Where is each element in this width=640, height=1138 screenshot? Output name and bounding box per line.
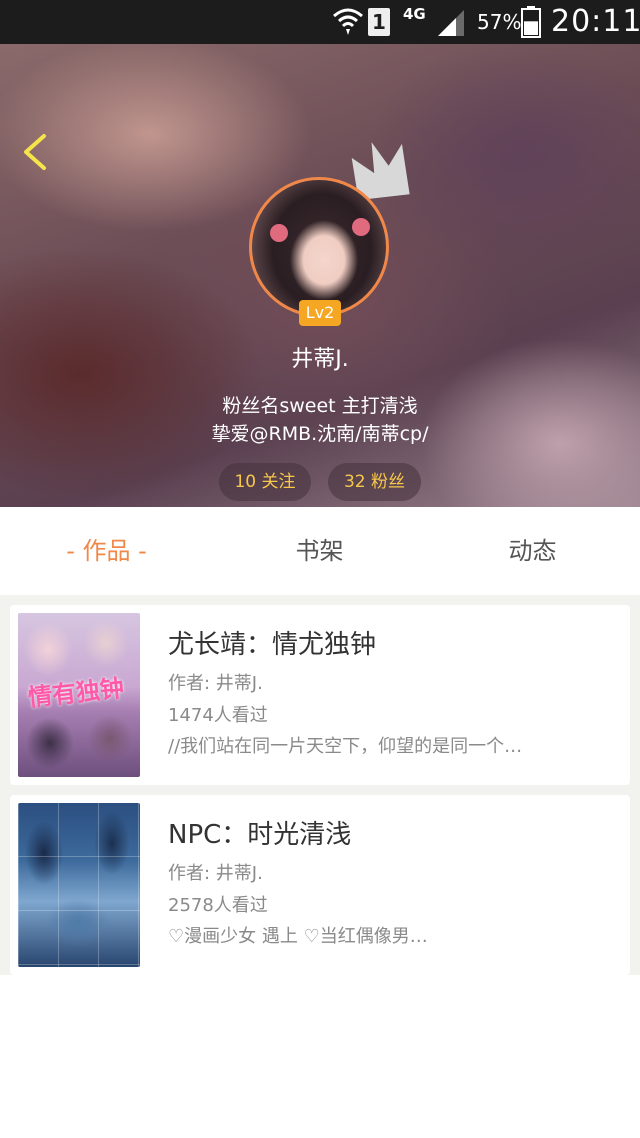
avatar-container[interactable] <box>249 177 389 317</box>
tab-works[interactable]: - 作品 - <box>40 507 173 595</box>
signal-icon <box>438 10 464 36</box>
book-title: 尤长靖：情尤独钟 <box>168 630 377 660</box>
book-description: //我们站在同一片天空下，仰望的是同一个… <box>168 736 523 757</box>
battery-percent: 57% <box>477 10 522 34</box>
book-views: 1474人看过 <box>168 705 268 726</box>
cover-title-art: 情有独钟 <box>26 674 126 712</box>
profile-tabs: - 作品 - 书架 动态 <box>0 507 640 595</box>
clock: 20:11 <box>551 4 640 39</box>
avatar[interactable] <box>249 177 389 317</box>
book-description: ♡漫画少女 遇上 ♡当红偶像男… <box>168 926 428 947</box>
battery-icon <box>521 6 541 38</box>
fans-button[interactable]: 32 粉丝 <box>328 463 421 501</box>
book-author: 作者: 井蒂J. <box>168 863 263 884</box>
cover-collage <box>18 803 140 967</box>
book-cover[interactable] <box>18 803 140 967</box>
sim-icon: 1 <box>368 8 390 36</box>
bio-line: 挚爱@RMB.沈南/南蒂cp/ <box>211 423 429 445</box>
chevron-left-icon <box>24 134 46 170</box>
bio-line: 粉丝名sweet 主打清浅 <box>222 395 418 417</box>
network-type: 4G <box>403 5 426 23</box>
username: 井蒂J. <box>291 347 349 372</box>
empty-area <box>0 975 640 1138</box>
flower-decoration <box>270 224 288 242</box>
works-list: 情有独钟 尤长靖：情尤独钟 作者: 井蒂J. 1474人看过 //我们站在同一片… <box>0 595 640 975</box>
wifi-icon <box>333 8 363 35</box>
tab-activity[interactable]: 动态 <box>466 507 599 595</box>
tab-bookshelf[interactable]: 书架 <box>253 507 386 595</box>
bio: 粉丝名sweet 主打清浅 挚爱@RMB.沈南/南蒂cp/ <box>0 392 640 448</box>
list-item[interactable]: NPC：时光清浅 作者: 井蒂J. 2578人看过 ♡漫画少女 遇上 ♡当红偶像… <box>10 795 630 975</box>
list-item[interactable]: 情有独钟 尤长靖：情尤独钟 作者: 井蒂J. 1474人看过 //我们站在同一片… <box>10 605 630 785</box>
back-button[interactable] <box>18 132 50 172</box>
book-views: 2578人看过 <box>168 895 268 916</box>
book-author: 作者: 井蒂J. <box>168 673 263 694</box>
book-cover[interactable]: 情有独钟 <box>18 613 140 777</box>
profile-header: Lv2 井蒂J. 粉丝名sweet 主打清浅 挚爱@RMB.沈南/南蒂cp/ 1… <box>0 44 640 507</box>
flower-decoration <box>352 218 370 236</box>
status-bar: 1 4G 57% 20:11 <box>0 0 640 44</box>
level-badge: Lv2 <box>299 300 341 326</box>
following-button[interactable]: 10 关注 <box>219 463 311 501</box>
book-title: NPC：时光清浅 <box>168 820 352 850</box>
